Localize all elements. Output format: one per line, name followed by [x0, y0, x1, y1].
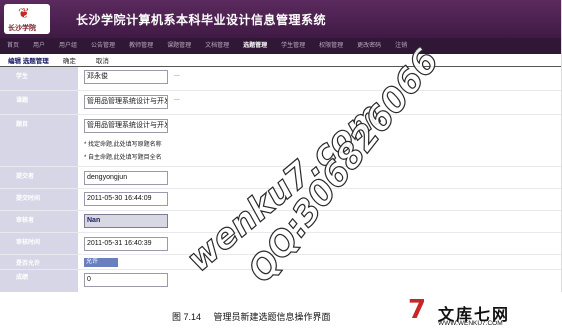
app-header: ❦ 长沙学院 长沙学院计算机系本科毕业设计信息管理系统	[0, 0, 561, 38]
topic-field[interactable]: 管用品管理系统设计与开发	[84, 95, 168, 109]
confirm-button[interactable]: 确定	[53, 55, 86, 65]
submit-time-label: 提交时间	[16, 196, 41, 202]
figure-title: 管理员新建选题信息操作界面	[213, 312, 331, 322]
edit-toolbar: 编辑 选题管理 确定 取消	[0, 54, 561, 67]
nav-item-permissions[interactable]: 权限管理	[312, 38, 350, 54]
figure-caption: 图 7.14 管理员新建选题信息操作界面	[172, 310, 331, 323]
logo-text: 长沙学院	[8, 25, 36, 32]
nav-item-user-groups[interactable]: 用户组	[52, 38, 84, 54]
score-field[interactable]: 0	[84, 273, 168, 287]
allowed-checkbox[interactable]: 允许	[84, 258, 118, 267]
reviewer-field[interactable]: Nan	[84, 214, 168, 228]
nav-item-change-password[interactable]: 更改密码	[350, 38, 388, 54]
topic-picker-button[interactable]: ...	[174, 95, 180, 102]
submit-time-field[interactable]: 2011-05-30 16:44:09	[84, 192, 168, 206]
nav-item-documents[interactable]: 文档管理	[198, 38, 236, 54]
review-time-label: 审核时间	[16, 240, 41, 246]
student-field[interactable]: 邓永俊	[84, 70, 168, 84]
app-title: 长沙学院计算机系本科毕业设计信息管理系统	[76, 13, 327, 27]
allowed-label: 是否允许	[16, 261, 41, 267]
student-picker-button[interactable]: ...	[174, 71, 180, 78]
brand-seven-icon: 7	[408, 295, 427, 325]
review-time-field[interactable]: 2011-05-31 16:40:39	[84, 237, 168, 251]
nav-item-teachers[interactable]: 教师管理	[122, 38, 160, 54]
submitter-field[interactable]: dengyongjun	[84, 171, 168, 185]
nav-item-students[interactable]: 学生管理	[274, 38, 312, 54]
wenku7-brand-logo: 7 文库七网 WWW.WENKU7.COM	[408, 295, 558, 331]
figure-number: 图 7.14	[172, 312, 202, 322]
row-subject: 题目 管用品管理系统设计与开发 * 找定命题,此处填写原题名称 * 自主命题,此…	[0, 115, 561, 167]
subject-hint-assigned: * 找定命题,此处填写原题名称	[84, 142, 162, 148]
nav-item-topics[interactable]: 课题管理	[160, 38, 198, 54]
topic-label: 课题	[16, 98, 29, 104]
cancel-button[interactable]: 取消	[86, 55, 119, 65]
nav-item-topic-selection[interactable]: 选题管理	[236, 38, 274, 54]
score-label: 成绩	[16, 275, 29, 281]
college-logo: ❦ 长沙学院	[4, 4, 50, 34]
logo-emblem-icon: ❦	[18, 5, 30, 21]
toolbar-title: 编辑 选题管理	[8, 58, 49, 65]
subject-label: 题目	[16, 122, 29, 128]
subject-hint-self-proposed: * 自主命题,此处填写题目全名	[84, 155, 162, 161]
nav-item-users[interactable]: 用户	[26, 38, 52, 54]
screenshot: ❦ 长沙学院 长沙学院计算机系本科毕业设计信息管理系统 首页 用户 用户组 公告…	[0, 0, 562, 292]
main-nav: 首页 用户 用户组 公告管理 教师管理 课题管理 文档管理 选题管理 学生管理 …	[0, 38, 561, 54]
row-topic: 课题 管用品管理系统设计与开发 ...	[0, 91, 561, 115]
row-student: 学生 邓永俊 ...	[0, 67, 561, 91]
submitter-label: 提交者	[16, 174, 35, 180]
nav-item-home[interactable]: 首页	[0, 38, 26, 54]
subject-field[interactable]: 管用品管理系统设计与开发	[84, 119, 168, 133]
student-label: 学生	[16, 74, 29, 80]
nav-item-announcements[interactable]: 公告管理	[84, 38, 122, 54]
brand-url: WWW.WENKU7.COM	[438, 320, 503, 327]
reviewer-label: 审核者	[16, 218, 35, 224]
